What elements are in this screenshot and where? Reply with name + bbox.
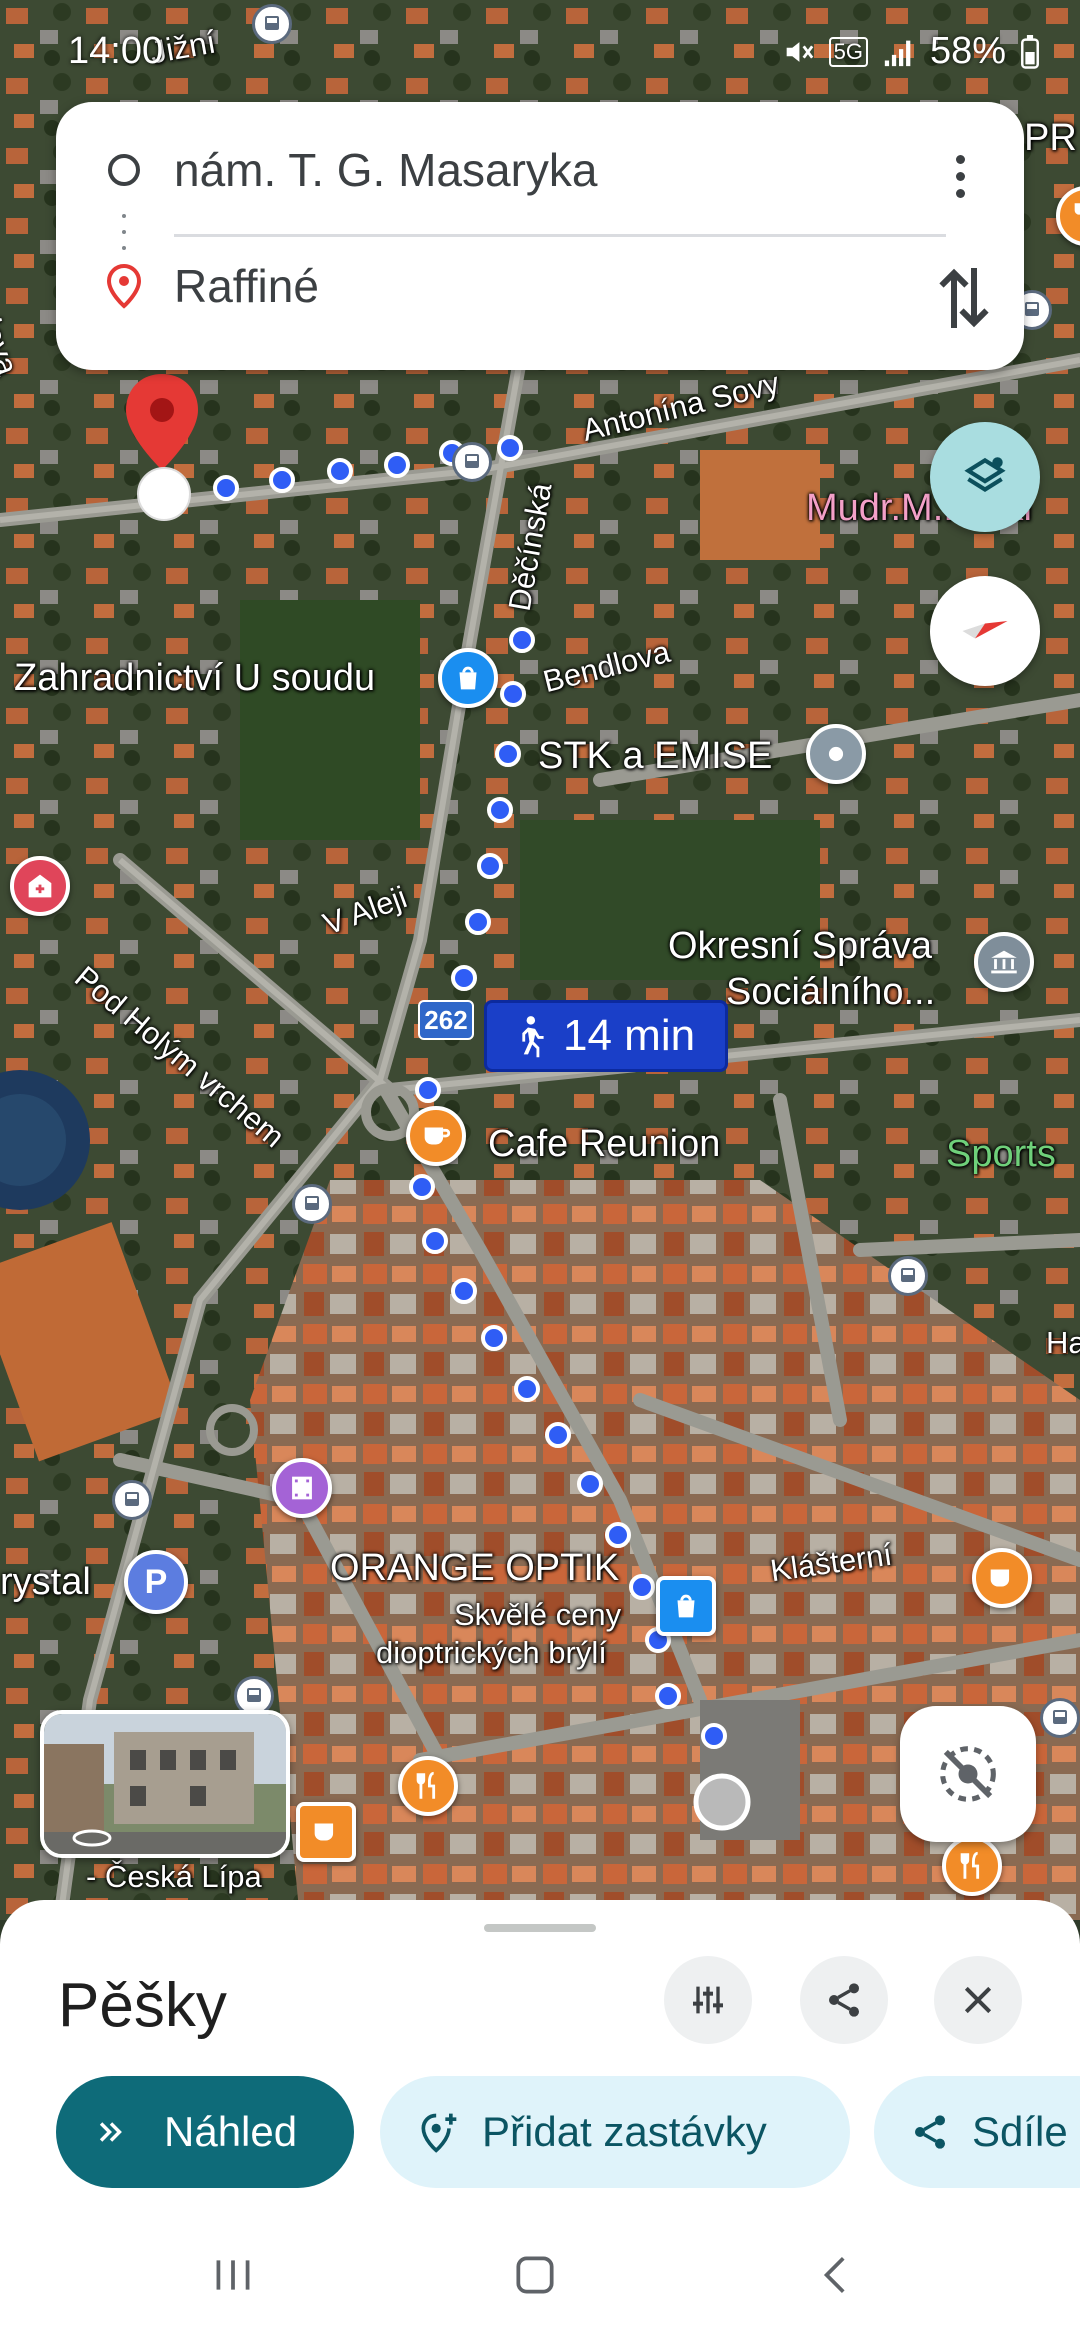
travel-mode-title: Pěšky bbox=[58, 1971, 227, 2040]
network-type: 5G bbox=[828, 36, 868, 67]
swap-button[interactable] bbox=[934, 258, 994, 338]
close-button[interactable] bbox=[934, 1956, 1022, 2044]
map-label-zahradnictvi: Zahradnictví U soudu bbox=[14, 657, 376, 699]
map-label-ceska-lipa: - Česká Lípa bbox=[86, 1859, 262, 1894]
map-label-orange-optik: ORANGE OPTIK bbox=[330, 1547, 620, 1589]
layers-icon bbox=[964, 457, 1006, 492]
restaurant-poi-icon[interactable] bbox=[398, 1756, 458, 1816]
government-poi-icon[interactable] bbox=[974, 932, 1034, 992]
hospital-poi-icon[interactable] bbox=[10, 856, 70, 916]
bus-stop-icon[interactable] bbox=[1040, 1698, 1080, 1738]
recents-button[interactable] bbox=[208, 2250, 258, 2300]
home-button[interactable] bbox=[510, 2250, 560, 2300]
compass-icon bbox=[962, 621, 1008, 639]
restaurant-poi-icon-2[interactable] bbox=[942, 1836, 1002, 1896]
duration-text: 14 min bbox=[563, 1011, 696, 1060]
map-label-cafe-reunion: Cafe Reunion bbox=[488, 1123, 721, 1165]
map-label-crystal: rystal bbox=[0, 1561, 91, 1603]
route-options-button[interactable] bbox=[664, 1956, 752, 2044]
map-label-ha: Ha bbox=[1046, 1325, 1080, 1360]
drag-handle[interactable] bbox=[484, 1924, 596, 1932]
status-time: 14:00 bbox=[68, 30, 164, 72]
place-poi-icon[interactable] bbox=[806, 724, 866, 784]
share-button[interactable] bbox=[800, 1956, 888, 2044]
parking-poi-icon[interactable]: P bbox=[124, 1550, 188, 1614]
duration-chip[interactable]: 14 min bbox=[484, 1000, 728, 1072]
mute-icon bbox=[786, 41, 813, 62]
bus-stop-icon[interactable] bbox=[112, 1480, 152, 1520]
map-label-pr: PR bbox=[1024, 117, 1077, 159]
walk-icon bbox=[522, 1016, 544, 1058]
road-number-badge: 262 bbox=[418, 1000, 474, 1040]
layers-button[interactable] bbox=[930, 422, 1040, 532]
battery-icon bbox=[1021, 34, 1039, 69]
map-label-okresni-2: Sociálního... bbox=[726, 971, 936, 1013]
bus-stop-icon[interactable] bbox=[888, 1256, 928, 1296]
route-card: nám. T. G. Masaryka Raffiné bbox=[56, 102, 1024, 370]
origin-field[interactable]: nám. T. G. Masaryka bbox=[56, 110, 1024, 230]
cafe-poi-icon-3[interactable] bbox=[296, 1802, 356, 1862]
share-icon bbox=[915, 2115, 945, 2149]
double-chevron-icon bbox=[99, 2122, 122, 2142]
signal-icon bbox=[884, 40, 911, 66]
origin-text: nám. T. G. Masaryka bbox=[174, 144, 598, 196]
street-view-thumbnail[interactable] bbox=[40, 1710, 290, 1858]
cafe-poi-icon[interactable] bbox=[406, 1106, 466, 1166]
cinema-poi-icon[interactable] bbox=[272, 1458, 332, 1518]
compass-button[interactable] bbox=[930, 576, 1040, 686]
shopping-destination-icon[interactable] bbox=[656, 1576, 716, 1636]
map-label-stk: STK a EMISE bbox=[538, 735, 773, 777]
swap-vertical-icon bbox=[939, 268, 989, 328]
add-stops-label: Přidat zastávky bbox=[482, 2108, 767, 2155]
bus-stop-icon[interactable] bbox=[292, 1184, 332, 1224]
add-stops-button[interactable]: Přidat zastávky bbox=[380, 2076, 850, 2188]
cafe-poi-icon-2[interactable] bbox=[972, 1548, 1032, 1608]
share-route-label: Sdíle bbox=[972, 2108, 1068, 2155]
map-label-optik-sub-2: dioptrických brýlí bbox=[376, 1635, 607, 1670]
destination-pin-icon bbox=[106, 263, 142, 309]
recenter-button[interactable] bbox=[900, 1706, 1036, 1842]
bus-stop-icon[interactable] bbox=[452, 442, 492, 482]
location-off-icon bbox=[940, 1746, 996, 1802]
destination-text: Raffiné bbox=[174, 260, 319, 312]
more-options-button[interactable] bbox=[940, 146, 980, 206]
map-label-optik-sub-1: Skvělé ceny bbox=[454, 1597, 622, 1632]
back-button[interactable] bbox=[812, 2250, 862, 2300]
preview-label: Náhled bbox=[164, 2108, 298, 2155]
system-navigation-bar bbox=[0, 2210, 1080, 2340]
tune-icon bbox=[693, 1986, 723, 2014]
status-bar: 14:00 5G 58% bbox=[0, 0, 1080, 100]
share-icon bbox=[829, 1983, 859, 2017]
origin-circle-icon bbox=[108, 154, 140, 186]
close-icon bbox=[964, 1986, 992, 2014]
origin-pin-icon[interactable] bbox=[122, 370, 202, 530]
destination-field[interactable]: Raffiné bbox=[56, 226, 1024, 346]
map-label-okresni-1: Okresní Správa bbox=[668, 925, 932, 967]
add-location-icon bbox=[421, 2113, 457, 2153]
shopping-poi-icon[interactable] bbox=[438, 648, 498, 708]
share-route-button[interactable]: Sdíle bbox=[874, 2076, 1080, 2188]
map-label-sports: Sports bbox=[946, 1133, 1056, 1175]
battery-percent: 58% bbox=[929, 30, 1006, 72]
preview-button[interactable]: Náhled bbox=[56, 2076, 354, 2188]
